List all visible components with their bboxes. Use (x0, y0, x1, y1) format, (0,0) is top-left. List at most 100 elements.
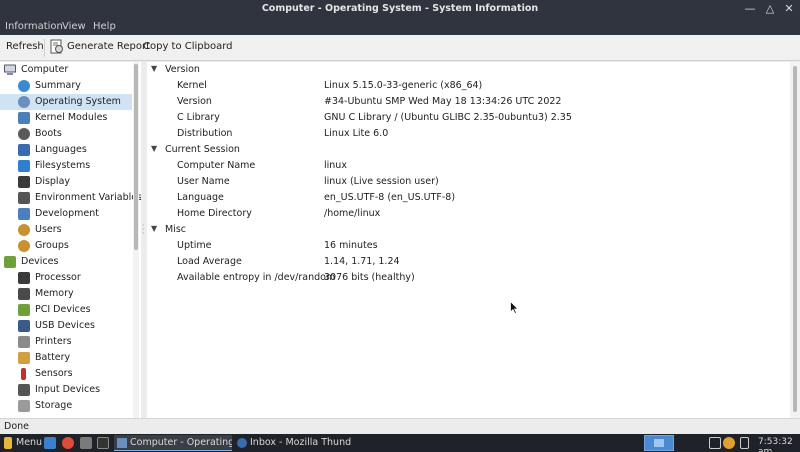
tree-item-processor[interactable]: Processor (0, 270, 132, 286)
tree-scrollbar-thumb[interactable] (134, 64, 138, 250)
tree-item-label: Processor (35, 272, 81, 283)
kernel-icon (18, 112, 30, 124)
storage-icon (18, 400, 30, 412)
tree-item-summary[interactable]: Summary (0, 78, 132, 94)
clock[interactable]: 7:53:32 am (758, 437, 800, 452)
tree-item-kernel-modules[interactable]: Kernel Modules (0, 110, 132, 126)
tree-item-sensors[interactable]: Sensors (0, 366, 132, 382)
section-misc[interactable]: ▼ Misc (147, 222, 790, 238)
workspace-switcher[interactable] (644, 435, 674, 451)
tree-item-label: Storage (35, 400, 73, 411)
boot-icon (18, 128, 30, 140)
minimize-icon[interactable]: — (742, 1, 758, 17)
detail-value: linux (324, 160, 347, 171)
tree-item-label: Summary (35, 80, 81, 91)
detail-row: Distribution Linux Lite 6.0 (147, 126, 790, 142)
close-icon[interactable]: ✕ (781, 1, 797, 17)
browser-icon[interactable] (62, 437, 74, 449)
tree-item-memory[interactable]: Memory (0, 286, 132, 302)
category-tree: Computer Summary Operating System Kernel… (0, 62, 142, 418)
thunderbird-icon (237, 438, 247, 448)
terminal-icon[interactable] (97, 437, 109, 449)
volume-tray-icon[interactable] (740, 437, 749, 449)
tree-item-label: Users (35, 224, 62, 235)
tree-item-label: Printers (35, 336, 72, 347)
detail-key: Available entropy in /dev/random (177, 272, 336, 283)
update-tray-icon[interactable] (723, 437, 735, 449)
detail-row: Language en_US.UTF-8 (en_US.UTF-8) (147, 190, 790, 206)
tree-item-label: Filesystems (35, 160, 91, 171)
workspace-thumbnail (654, 439, 664, 447)
menu-view[interactable]: View (62, 21, 86, 32)
tree-scrollbar[interactable] (133, 62, 139, 418)
tree-item-printers[interactable]: Printers (0, 334, 132, 350)
detail-row: Home Directory /home/linux (147, 206, 790, 222)
computer-icon (4, 64, 16, 75)
details-scrollbar[interactable] (790, 62, 800, 418)
tree-item-operating-system[interactable]: Operating System (0, 94, 132, 110)
tree-item-pci-devices[interactable]: PCI Devices (0, 302, 132, 318)
splitter-grip-icon: · · · (142, 221, 145, 238)
tree-item-users[interactable]: Users (0, 222, 132, 238)
detail-value: #34-Ubuntu SMP Wed May 18 13:34:26 UTC 2… (324, 96, 562, 107)
report-icon[interactable] (50, 39, 64, 55)
tree-item-development[interactable]: Development (0, 206, 132, 222)
details-pane: ▼ Version Kernel Linux 5.15.0-33-generic… (147, 62, 790, 418)
user-icon (18, 224, 30, 236)
memory-icon (18, 288, 30, 300)
detail-key: C Library (177, 112, 220, 123)
tree-item-filesystems[interactable]: Filesystems (0, 158, 132, 174)
maximize-icon[interactable]: △ (762, 1, 778, 17)
tree-item-label: Memory (35, 288, 74, 299)
display-tray-icon[interactable] (709, 437, 721, 449)
detail-value: 16 minutes (324, 240, 378, 251)
devices-icon (4, 256, 16, 268)
detail-row: User Name linux (Live session user) (147, 174, 790, 190)
tree-item-boots[interactable]: Boots (0, 126, 132, 142)
terminal-icon (18, 192, 30, 204)
tree-item-languages[interactable]: Languages (0, 142, 132, 158)
file-manager-icon[interactable] (80, 437, 92, 449)
printer-icon (18, 336, 30, 348)
tree-item-input-devices[interactable]: Input Devices (0, 382, 132, 398)
section-title: Misc (165, 224, 187, 235)
section-version[interactable]: ▼ Version (147, 62, 790, 78)
tree-item-label: Languages (35, 144, 87, 155)
refresh-button[interactable]: Refresh (6, 41, 44, 52)
expand-arrow-icon[interactable]: ▼ (151, 64, 157, 73)
monitor-icon (18, 176, 30, 188)
generate-report-button[interactable]: Generate Report (67, 41, 150, 52)
detail-value: 3076 bits (healthy) (324, 272, 415, 283)
tree-group-devices[interactable]: Devices (0, 254, 132, 270)
tree-item-groups[interactable]: Groups (0, 238, 132, 254)
detail-row: Kernel Linux 5.15.0-33-generic (x86_64) (147, 78, 790, 94)
menu-information[interactable]: Information (5, 21, 63, 32)
menu-help[interactable]: Help (93, 21, 116, 32)
development-icon (18, 208, 30, 220)
detail-value: GNU C Library / (Ubuntu GLIBC 2.35-0ubun… (324, 112, 572, 123)
section-current-session[interactable]: ▼ Current Session (147, 142, 790, 158)
desktop-icon[interactable] (44, 437, 56, 449)
tree-item-usb-devices[interactable]: USB Devices (0, 318, 132, 334)
details-scrollbar-thumb[interactable] (793, 66, 797, 412)
menu-button[interactable]: Menu (16, 437, 42, 448)
group-icon (18, 240, 30, 252)
detail-value: linux (Live session user) (324, 176, 439, 187)
detail-value: Linux Lite 6.0 (324, 128, 389, 139)
tree-item-battery[interactable]: Battery (0, 350, 132, 366)
pci-icon (18, 304, 30, 316)
cpu-icon (18, 272, 30, 284)
tree-item-storage[interactable]: Storage (0, 398, 132, 414)
tree-item-display[interactable]: Display (0, 174, 132, 190)
expand-arrow-icon[interactable]: ▼ (151, 144, 157, 153)
detail-key: Language (177, 192, 224, 203)
expand-arrow-icon[interactable]: ▼ (151, 224, 157, 233)
task-system-information[interactable]: Computer - Operating ... (114, 435, 232, 451)
detail-value: /home/linux (324, 208, 381, 219)
copy-to-clipboard-button[interactable]: Copy to Clipboard (143, 41, 233, 52)
tree-item-label: PCI Devices (35, 304, 91, 315)
task-thunderbird[interactable]: Inbox - Mozilla Thund... (234, 435, 352, 451)
menu-feather-icon[interactable] (4, 437, 12, 449)
tree-item-environment-variables[interactable]: Environment Variables (0, 190, 141, 206)
tree-group-computer[interactable]: Computer (0, 62, 132, 78)
